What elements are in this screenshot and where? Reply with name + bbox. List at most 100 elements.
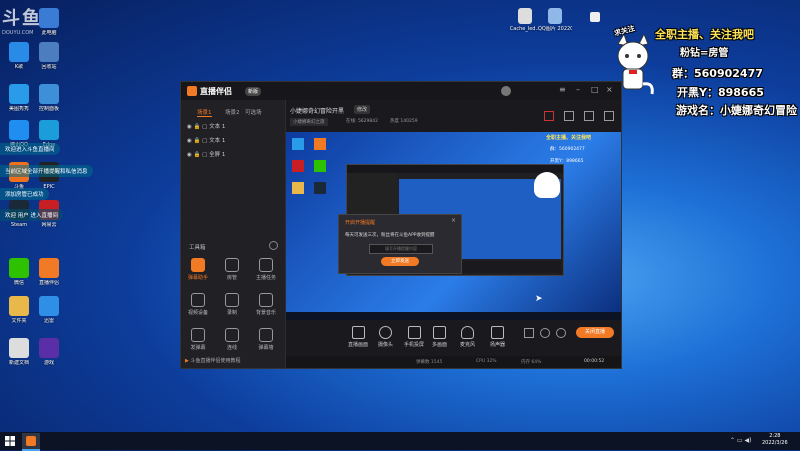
tool-connect[interactable]: 连线 [219, 328, 245, 351]
layer-item[interactable]: ◉ 🔒 ▢ 文本 1 [187, 122, 225, 130]
screenshot-icon[interactable] [524, 328, 534, 338]
desktop-icon-label: K歌 [14, 64, 24, 70]
preview-overlay-group: 群：560902477 [550, 147, 585, 152]
user-icon [225, 258, 239, 272]
settings-icon[interactable] [584, 111, 594, 121]
toolbox-more-icon[interactable] [269, 241, 278, 250]
clock[interactable]: 2:28 2022/3/26 [762, 433, 788, 447]
app-icon [9, 296, 29, 316]
layer-label: 文本 1 [209, 124, 226, 130]
send-icon [191, 328, 205, 342]
stream-preview[interactable]: 全职主播、关注我吧 群：560902477 开黑Y：898665 开启开播提醒 … [286, 132, 621, 320]
avatar[interactable] [501, 86, 511, 96]
tool-bgm[interactable]: 背景音乐 [253, 293, 279, 316]
task-icon [259, 258, 273, 272]
app-icon [39, 84, 59, 104]
version-badge[interactable]: 新版 [245, 87, 262, 96]
desktop-icon[interactable]: 文件夹 [2, 296, 36, 324]
desktop-icon[interactable]: 美图秀秀 [2, 84, 36, 112]
dialog-send-button[interactable]: 立即发送 [381, 257, 419, 266]
camera-button[interactable]: 摄像头 [378, 326, 393, 348]
desktop-icon-cache[interactable]: Cache_led... [508, 8, 542, 32]
tool-label: 视频设备 [187, 310, 208, 316]
desktop-icon[interactable]: 控制面板 [32, 84, 66, 112]
file-icon [518, 8, 532, 24]
desktop-icon[interactable]: 新建文档 [2, 338, 36, 366]
layer-item[interactable]: ◉ 🔒 ▢ 文本 1 [187, 136, 225, 144]
tool-send-danmu[interactable]: 发弹幕 [185, 328, 211, 351]
desktop-icon[interactable]: 回收站 [32, 42, 66, 70]
app-icon [39, 258, 59, 278]
microphone-button[interactable]: 麦克风 [460, 326, 475, 348]
windows-start-icon[interactable] [5, 436, 15, 446]
tool-record[interactable]: 录制 [219, 293, 245, 316]
room-online: 在线: 5629842 [346, 119, 378, 124]
tab-scene-2[interactable]: 场景2 [225, 108, 240, 116]
edit-room-button[interactable]: 修改 [354, 105, 371, 114]
desktop-icon[interactable]: 微信 [2, 258, 36, 286]
tab-optional[interactable]: 可选场 [245, 108, 262, 116]
preview-overlay-slogan: 全职主播、关注我吧 [546, 135, 592, 141]
multi-screen-button[interactable]: 多画面 [432, 326, 447, 348]
tool-danmu-wall[interactable]: 弹幕墙 [253, 328, 279, 351]
preview-desktop-icons [288, 134, 332, 318]
desktop-icon-label: 迅雷 [43, 318, 54, 324]
app-logo-icon [187, 86, 197, 96]
footer-note[interactable]: ▶ 斗鱼直播伴侣使用教程 [185, 357, 240, 364]
desktop-icon-label: 美图秀秀 [8, 106, 29, 112]
speaker-button[interactable]: 扬声器 [490, 326, 505, 348]
play-icon [433, 326, 446, 339]
gift-icon[interactable] [544, 111, 554, 121]
link-icon [225, 328, 239, 342]
app-icon [39, 338, 59, 358]
maximize-icon[interactable]: □ [591, 85, 599, 94]
eye-icon[interactable] [540, 328, 550, 338]
desktop-icon-label: 新建文档 [8, 360, 29, 366]
live-timer: 00:00:52 [584, 359, 605, 364]
room-icon[interactable] [564, 111, 574, 121]
desktop-icon[interactable]: 游戏 [32, 338, 66, 366]
status-memory: 内存 64% [521, 360, 542, 365]
desktop-icon-qq-image[interactable]: QQ图片 20220302... [538, 8, 572, 32]
tool-video-device[interactable]: 视频设备 [185, 293, 211, 316]
button-label: 摄像头 [378, 342, 394, 348]
desktop-icon-label: 直播伴侣 [38, 280, 59, 286]
go-live-button[interactable]: 关闭直播 [576, 327, 614, 338]
app-icon [9, 120, 29, 140]
desktop-icon-label: 网易云 [41, 222, 57, 228]
danmu-icon [191, 258, 205, 272]
tray-icons[interactable]: ⌃ ▭ ◀) [730, 437, 751, 444]
desktop-icon[interactable]: 此电脑 [32, 8, 66, 36]
tool-room-manager[interactable]: 房管 [219, 258, 245, 281]
taskbar-app-live-companion[interactable] [22, 433, 40, 451]
desktop-icon[interactable]: K歌 [2, 42, 36, 70]
gear-icon[interactable] [556, 328, 566, 338]
layer-item[interactable]: ◉ 🔒 ▢ 全屏 1 [187, 150, 225, 158]
overlay-kaihei: 开黑Y：898665 [677, 86, 764, 99]
tshirt-icon[interactable] [590, 12, 600, 22]
share-icon[interactable] [604, 111, 614, 121]
room-category[interactable]: 小婕娜奇幻之旅 [290, 118, 328, 126]
menu-icon[interactable]: ≡ [559, 85, 566, 94]
button-label: 多画面 [432, 342, 448, 348]
monitor-icon [351, 326, 365, 339]
tool-anchor-task[interactable]: 主播任务 [253, 258, 279, 281]
chat-line-2: 当前区域全部开播提醒和私信消息 [0, 165, 93, 177]
tool-label: 录制 [226, 310, 237, 316]
desktop-icon[interactable]: 直播伴侣 [32, 258, 66, 286]
desktop-icon-label: Steam [10, 222, 28, 228]
dialog-input[interactable]: 填写开播提醒内容 [369, 244, 433, 254]
app-icon [9, 338, 29, 358]
app-icon [39, 120, 59, 140]
tab-scene-1[interactable]: 场景1 [197, 108, 212, 117]
desktop-icon-label: QQ图片 20220302... [538, 26, 572, 32]
close-icon[interactable]: × [606, 85, 613, 94]
preview-cat-girl [534, 172, 560, 198]
screen-capture-button[interactable]: 直播画面 [348, 326, 368, 348]
minimize-icon[interactable]: – [576, 85, 580, 94]
tool-danmu-assistant[interactable]: 弹幕助手 [185, 258, 211, 281]
phone-cast-button[interactable]: 手机投屏 [404, 326, 424, 348]
mouse-cursor: ➤ [535, 294, 543, 304]
dialog-close-icon[interactable]: × [451, 217, 456, 224]
desktop-icon[interactable]: 迅雷 [32, 296, 66, 324]
